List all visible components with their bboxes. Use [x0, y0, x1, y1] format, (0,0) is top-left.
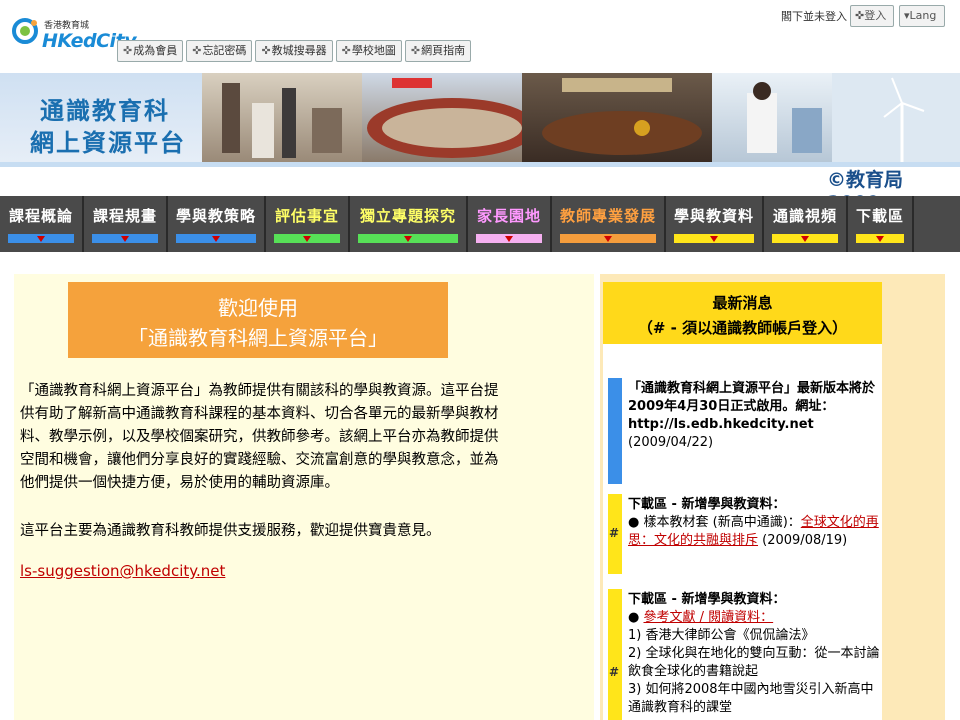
news-item2-heading: 下載區 - 新增學與教資料：: [628, 497, 786, 512]
nav-label: 下載區: [855, 207, 904, 225]
nav-label: 評估事宜: [274, 207, 339, 225]
news-marker: #: [608, 589, 622, 720]
login-button[interactable]: ✜登入: [850, 5, 894, 27]
plus-icon: ✜: [192, 44, 202, 57]
news-item: # 下載區 - 新增學與教資料： ● 參考文獻 / 閱讀資料： 1) 香港大律師…: [608, 589, 880, 720]
nav-independent-enquiry[interactable]: 獨立專題探究: [350, 196, 468, 252]
nav-curriculum-overview[interactable]: 課程概論: [0, 196, 84, 252]
nav-label: 家長園地: [476, 207, 541, 225]
arrow-down-icon: [876, 236, 884, 242]
news-item-text: 下載區 - 新增學與教資料： ● 樣本教材套 (新高中通識)：全球文化的再思：文…: [628, 496, 880, 550]
nav-label: 學與教策略: [175, 207, 256, 225]
plus-icon: ✜: [341, 44, 351, 57]
link-search-label: 教城搜尋器: [271, 44, 327, 57]
arrow-down-icon: [801, 236, 809, 242]
nav-teaching-strategy[interactable]: 學與教策略: [168, 196, 266, 252]
arrow-down-icon: [404, 236, 412, 242]
nav-download[interactable]: 下載區: [848, 196, 914, 252]
news-header: 最新消息 （# - 須以通識教師帳戶登入）: [603, 282, 882, 344]
bullet-icon: ●: [628, 515, 640, 530]
news-list: 「通識教育科網上資源平台」最新版本將於2009年4月30日正式啟用。網址： ht…: [603, 344, 882, 720]
banner-strip: [0, 162, 960, 167]
news-item1-url: http://ls.edb.hkedcity.net: [628, 417, 814, 432]
bullet-icon: ●: [628, 610, 640, 625]
link-site-guide[interactable]: ✜網頁指南: [404, 40, 472, 62]
language-button[interactable]: ▾Lang: [899, 5, 945, 27]
link-forgot-password[interactable]: ✜忘記密碼: [186, 40, 253, 62]
reading-item: 1) 香港大律師公會《侃侃論法》: [628, 628, 815, 643]
news-note: （# - 須以通識教師帳戶登入）: [637, 319, 848, 337]
link-register[interactable]: ✜成為會員: [117, 40, 184, 62]
arrow-down-icon: [505, 236, 513, 242]
nav-curriculum-planning[interactable]: 課程規畫: [84, 196, 168, 252]
nav-label: 課程規畫: [92, 207, 157, 225]
arrow-down-icon: [604, 236, 612, 242]
link-search[interactable]: ✜教城搜尋器: [255, 40, 333, 62]
plus-icon: ✜: [410, 44, 421, 57]
welcome-line1: 歡迎使用: [218, 296, 298, 320]
arrow-down-icon: [121, 236, 129, 242]
arrow-down-icon: [212, 236, 220, 242]
nav-label: 教師專業發展: [559, 207, 656, 225]
nav-assessment[interactable]: 評估事宜: [266, 196, 350, 252]
news-item-text: 下載區 - 新增學與教資料： ● 參考文獻 / 閱讀資料： 1) 香港大律師公會…: [628, 591, 880, 717]
arrow-down-icon: [303, 236, 311, 242]
link-school-map-label: 學校地圖: [351, 44, 396, 57]
nav-label: 通識視頻: [772, 207, 837, 225]
news-item2-date: (2009/08/19): [762, 533, 848, 548]
support-paragraph: 這平台主要為通識教育科教師提供支援服務，歡迎提供寶貴意見。: [20, 523, 441, 539]
welcome-banner: 歡迎使用 「通識教育科網上資源平台」: [68, 282, 448, 358]
nav-videos[interactable]: 通識視頻: [764, 196, 848, 252]
banner-photo-collage: [202, 73, 960, 162]
hkedcity-logo[interactable]: 香港教育城 HKedCity: [10, 14, 137, 52]
top-links: ✜成為會員 ✜忘記密碼 ✜教城搜尋器 ✜學校地圖 ✜網頁指南: [117, 40, 472, 62]
banner: 通識教育科 網上資源平台 ©教育局 2009: [0, 73, 960, 214]
arrow-down-icon: [37, 236, 45, 242]
news-panel: 最新消息 （# - 須以通識教師帳戶登入） 「通識教育科網上資源平台」最新版本將…: [600, 274, 945, 720]
feedback-email-link[interactable]: ls-suggestion@hkedcity.net: [20, 562, 225, 580]
banner-title-line2: 網上資源平台: [30, 129, 186, 157]
plus-icon: ✜: [855, 9, 865, 22]
arrow-down-icon: [710, 236, 718, 242]
news-item3-link[interactable]: 參考文獻 / 閱讀資料：: [643, 610, 773, 625]
nav-parents-corner[interactable]: 家長園地: [468, 196, 552, 252]
intro-paragraph: 「通識教育科網上資源平台」為教師提供有關該科的學與教資源。這平台提供有助了解新高…: [20, 383, 499, 491]
banner-title-area: 通識教育科 網上資源平台: [0, 73, 202, 162]
welcome-line2: 「通識教育科網上資源平台」: [128, 326, 388, 350]
nav-label: 學與教資料: [673, 207, 754, 225]
news-title: 最新消息: [712, 294, 773, 312]
members-only-mark: #: [609, 526, 620, 540]
nav-teacher-development[interactable]: 教師專業發展: [552, 196, 666, 252]
news-marker: #: [608, 494, 622, 574]
link-site-guide-label: 網頁指南: [421, 44, 466, 57]
nav-teaching-resources[interactable]: 學與教資料: [666, 196, 764, 252]
news-item: 「通識教育科網上資源平台」最新版本將於2009年4月30日正式啟用。網址： ht…: [608, 378, 880, 484]
plus-icon: ✜: [123, 44, 133, 57]
reading-item: 2) 全球化與在地化的雙向互動：從一本討論飲食全球化的書籍說起: [628, 646, 880, 679]
plus-icon: ✜: [261, 44, 271, 57]
top-bar: 香港教育城 HKedCity ✜成為會員 ✜忘記密碼 ✜教城搜尋器 ✜學校地圖 …: [0, 0, 960, 70]
news-item-text: 「通識教育科網上資源平台」最新版本將於2009年4月30日正式啟用。網址： ht…: [628, 380, 880, 452]
reading-item: 3) 如何將2008年中國內地雪災引入新高中通識教育科的課堂: [628, 682, 874, 715]
news-item1-text: 「通識教育科網上資源平台」最新版本將於2009年4月30日正式啟用。網址：: [628, 381, 876, 414]
link-forgot-password-label: 忘記密碼: [202, 44, 247, 57]
news-item: # 下載區 - 新增學與教資料： ● 樣本教材套 (新高中通識)：全球文化的再思…: [608, 494, 880, 574]
news-item3-heading: 下載區 - 新增學與教資料：: [628, 592, 786, 607]
link-register-label: 成為會員: [133, 44, 178, 57]
login-label: 登入: [864, 9, 887, 22]
welcome-panel: 歡迎使用 「通識教育科網上資源平台」 「通識教育科網上資源平台」為教師提供有關該…: [14, 274, 594, 720]
news-marker: [608, 378, 622, 484]
language-label: Lang: [909, 9, 937, 22]
banner-title-line1: 通識教育科: [40, 97, 170, 125]
main-nav: 課程概論 課程規畫 學與教策略 評估事宜 獨立專題探究 家長園地 教師專業發展 …: [0, 196, 960, 252]
link-school-map[interactable]: ✜學校地圖: [335, 40, 402, 62]
login-status: 閣下並未登入: [781, 10, 847, 23]
main-content: 歡迎使用 「通識教育科網上資源平台」 「通識教育科網上資源平台」為教師提供有關該…: [0, 262, 960, 720]
nav-label: 獨立專題探究: [359, 207, 456, 225]
nav-label: 課程概論: [8, 207, 73, 225]
members-only-mark: #: [609, 665, 620, 679]
hkedcity-logo-icon: [12, 18, 38, 44]
news-item1-date: (2009/04/22): [628, 435, 714, 450]
news-item2-prefix: 樣本教材套 (新高中通識)：: [643, 515, 801, 530]
